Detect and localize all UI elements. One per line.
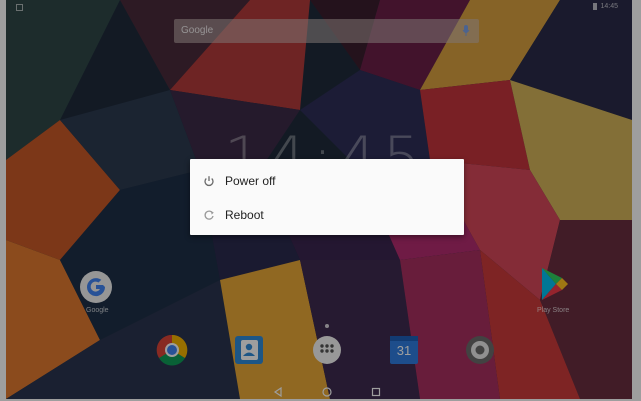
power-icon [204,176,214,187]
reboot-option[interactable]: Reboot [190,198,464,232]
android-home-screen: 14:45 Google 14:45 Google Play Store [0,0,641,401]
power-off-label: Power off [225,174,276,188]
reboot-label: Reboot [225,208,264,222]
power-off-option[interactable]: Power off [190,164,464,198]
power-menu-dialog: Power off Reboot [190,159,464,235]
reboot-icon [204,210,214,220]
